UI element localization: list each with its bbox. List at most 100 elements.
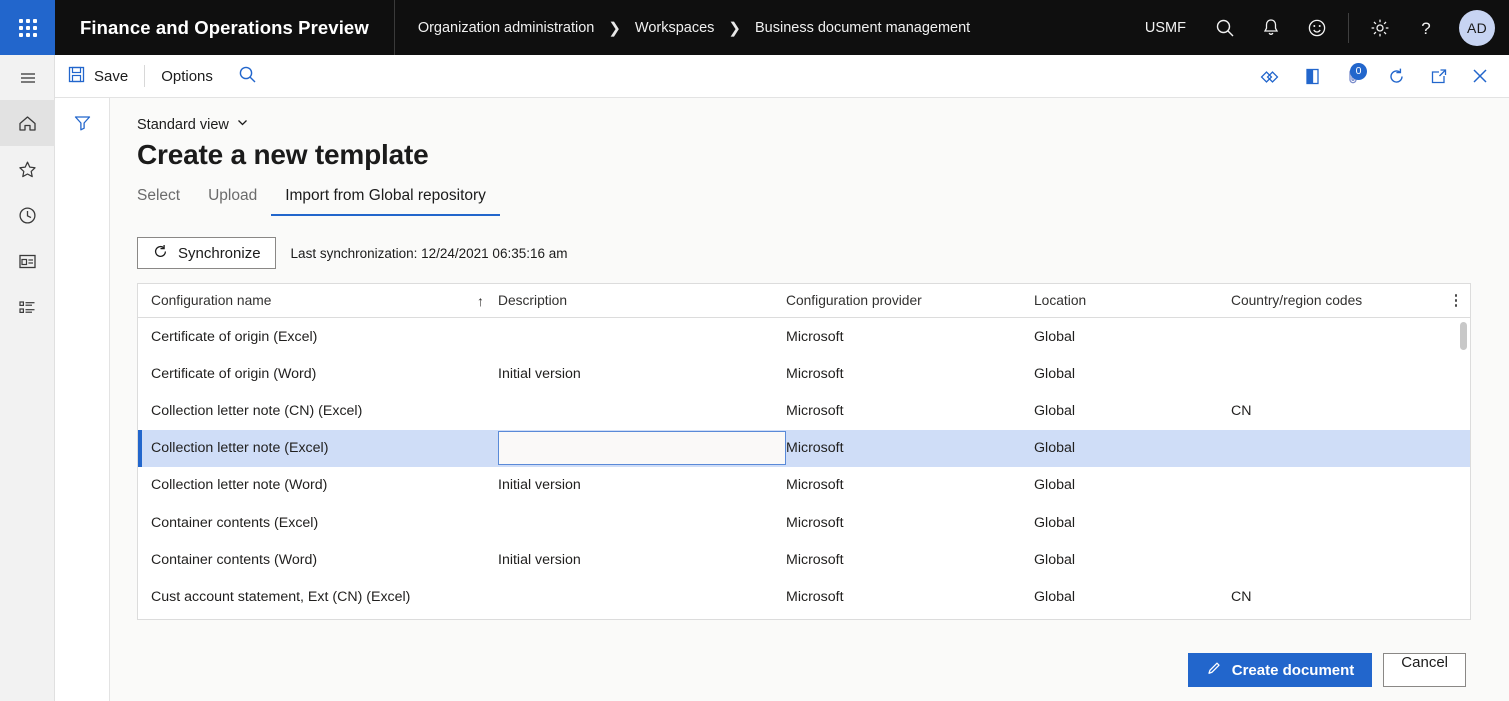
dialog-footer: Create document Cancel xyxy=(110,639,1509,701)
feedback-smiley-icon[interactable] xyxy=(1294,0,1340,55)
left-navigation-rail xyxy=(0,55,55,701)
cell-description[interactable] xyxy=(498,392,786,429)
cell-description-editor[interactable] xyxy=(498,430,786,467)
cell-location: Global xyxy=(1034,578,1231,615)
cell-configuration-provider: Microsoft xyxy=(786,392,1034,429)
cell-description[interactable]: Initial version xyxy=(498,541,786,578)
search-icon[interactable] xyxy=(1202,0,1248,55)
cell-location: Global xyxy=(1034,467,1231,504)
cell-country-region-codes: CN xyxy=(1231,392,1446,429)
column-header-location[interactable]: Location xyxy=(1034,284,1231,318)
main-content: Standard view Create a new template Sele… xyxy=(110,98,1509,701)
options-button[interactable]: Options xyxy=(149,55,225,98)
cell-configuration-name: Collection letter note (CN) (Excel) xyxy=(138,392,498,429)
cell-configuration-provider: Microsoft xyxy=(786,430,1034,467)
sidebar-item-recent[interactable] xyxy=(0,192,55,238)
tab-import-from-global-repository[interactable]: Import from Global repository xyxy=(271,187,500,216)
sort-ascending-arrow-icon: ↑ xyxy=(477,293,498,309)
column-header-configuration-name[interactable]: Configuration name ↑ xyxy=(138,284,498,318)
tab-list: Select Upload Import from Global reposit… xyxy=(110,171,1509,216)
configurations-grid: Configuration name ↑ Description Configu… xyxy=(137,283,1471,620)
description-input[interactable] xyxy=(499,432,785,464)
table-row[interactable]: Collection letter note (Word) Initial ve… xyxy=(138,467,1470,504)
page-title: Create a new template xyxy=(110,133,1509,171)
cell-location: Global xyxy=(1034,504,1231,541)
column-header-configuration-provider[interactable]: Configuration provider xyxy=(786,284,1034,318)
table-row[interactable]: Container contents (Word) Initial versio… xyxy=(138,541,1470,578)
column-header-description[interactable]: Description xyxy=(498,284,786,318)
sidebar-item-modules[interactable] xyxy=(0,284,55,330)
cell-country-region-codes xyxy=(1231,318,1446,355)
command-bar-actions: 0 xyxy=(1249,55,1509,98)
cell-configuration-provider: Microsoft xyxy=(786,467,1034,504)
cancel-button[interactable]: Cancel xyxy=(1383,653,1466,687)
close-icon[interactable] xyxy=(1459,55,1501,98)
synchronize-button[interactable]: Synchronize xyxy=(137,237,276,269)
open-in-new-window-icon[interactable] xyxy=(1417,55,1459,98)
table-row[interactable]: Certificate of origin (Word) Initial ver… xyxy=(138,355,1470,392)
cell-configuration-name: Cust account statement, Ext (CN) (Excel) xyxy=(138,578,498,615)
grid-body: Certificate of origin (Excel) Microsoft … xyxy=(138,318,1470,620)
cell-location: Global xyxy=(1034,430,1231,467)
table-row-selected[interactable]: Collection letter note (Excel) Microsoft… xyxy=(138,430,1470,467)
company-selector[interactable]: USMF xyxy=(1129,20,1202,36)
filter-funnel-icon[interactable] xyxy=(55,98,110,146)
app-launcher-icon[interactable] xyxy=(0,0,55,55)
sidebar-item-favorites[interactable] xyxy=(0,146,55,192)
table-row[interactable]: Certificate of origin (Excel) Microsoft … xyxy=(138,318,1470,355)
avatar[interactable]: AD xyxy=(1459,10,1495,46)
cell-description[interactable] xyxy=(498,318,786,355)
breadcrumb-item-workspaces[interactable]: Workspaces xyxy=(635,20,715,36)
share-diamond-icon[interactable] xyxy=(1249,55,1291,98)
breadcrumb-chevron-icon: ❯ xyxy=(594,19,635,37)
cell-description[interactable] xyxy=(498,504,786,541)
refresh-icon xyxy=(152,243,169,264)
tab-upload[interactable]: Upload xyxy=(194,187,271,216)
cell-description[interactable] xyxy=(498,578,786,615)
settings-gear-icon[interactable] xyxy=(1357,0,1403,55)
save-button[interactable]: Save xyxy=(55,55,140,98)
help-question-icon[interactable]: ? xyxy=(1403,0,1449,55)
attachments-icon[interactable]: 0 xyxy=(1333,55,1375,98)
cell-country-region-codes xyxy=(1231,355,1446,392)
breadcrumb-item-organization-administration[interactable]: Organization administration xyxy=(418,20,595,36)
office-app-icon[interactable] xyxy=(1291,55,1333,98)
create-document-button[interactable]: Create document xyxy=(1188,653,1373,687)
column-header-label: Configuration name xyxy=(151,293,271,308)
cell-configuration-provider: Microsoft xyxy=(786,318,1034,355)
create-document-label: Create document xyxy=(1232,662,1355,679)
save-label: Save xyxy=(94,68,128,85)
table-row[interactable]: Cust account statement, Ext (CN) (Excel)… xyxy=(138,578,1470,615)
column-header-country-region-codes[interactable]: Country/region codes xyxy=(1231,284,1446,318)
table-row[interactable]: Container contents (Excel) Microsoft Glo… xyxy=(138,504,1470,541)
cell-configuration-name: Container contents (Word) xyxy=(138,541,498,578)
row-selection-indicator xyxy=(138,430,142,467)
grid-scrollbar-thumb[interactable] xyxy=(1460,322,1467,350)
nav-separator xyxy=(1348,13,1349,43)
cell-location: Global xyxy=(1034,541,1231,578)
cell-description[interactable]: Initial version xyxy=(498,467,786,504)
hamburger-menu-icon[interactable] xyxy=(0,55,55,100)
command-search-button[interactable] xyxy=(225,55,270,98)
refresh-icon[interactable] xyxy=(1375,55,1417,98)
view-selector[interactable]: Standard view xyxy=(110,98,249,133)
grid-vertical-scrollbar[interactable] xyxy=(1460,322,1467,616)
vertical-dots-icon[interactable] xyxy=(1442,284,1470,318)
cell-country-region-codes: CN xyxy=(1231,578,1446,615)
grid-header-row: Configuration name ↑ Description Configu… xyxy=(138,284,1470,318)
options-label: Options xyxy=(161,68,213,85)
sidebar-item-workspaces[interactable] xyxy=(0,238,55,284)
synchronize-row: Synchronize Last synchronization: 12/24/… xyxy=(110,216,1509,269)
cell-configuration-provider: Microsoft xyxy=(786,541,1034,578)
attachment-count-badge: 0 xyxy=(1350,63,1367,80)
tab-select[interactable]: Select xyxy=(137,187,194,216)
sidebar-item-home[interactable] xyxy=(0,100,55,146)
app-title: Finance and Operations Preview xyxy=(55,17,369,39)
breadcrumb-item-business-document-management[interactable]: Business document management xyxy=(755,20,970,36)
notifications-bell-icon[interactable] xyxy=(1248,0,1294,55)
chevron-down-icon xyxy=(236,116,249,133)
table-row[interactable]: Collection letter note (CN) (Excel) Micr… xyxy=(138,392,1470,429)
description-input-wrapper[interactable] xyxy=(498,431,786,465)
cell-description[interactable]: Initial version xyxy=(498,355,786,392)
search-icon xyxy=(237,64,258,89)
